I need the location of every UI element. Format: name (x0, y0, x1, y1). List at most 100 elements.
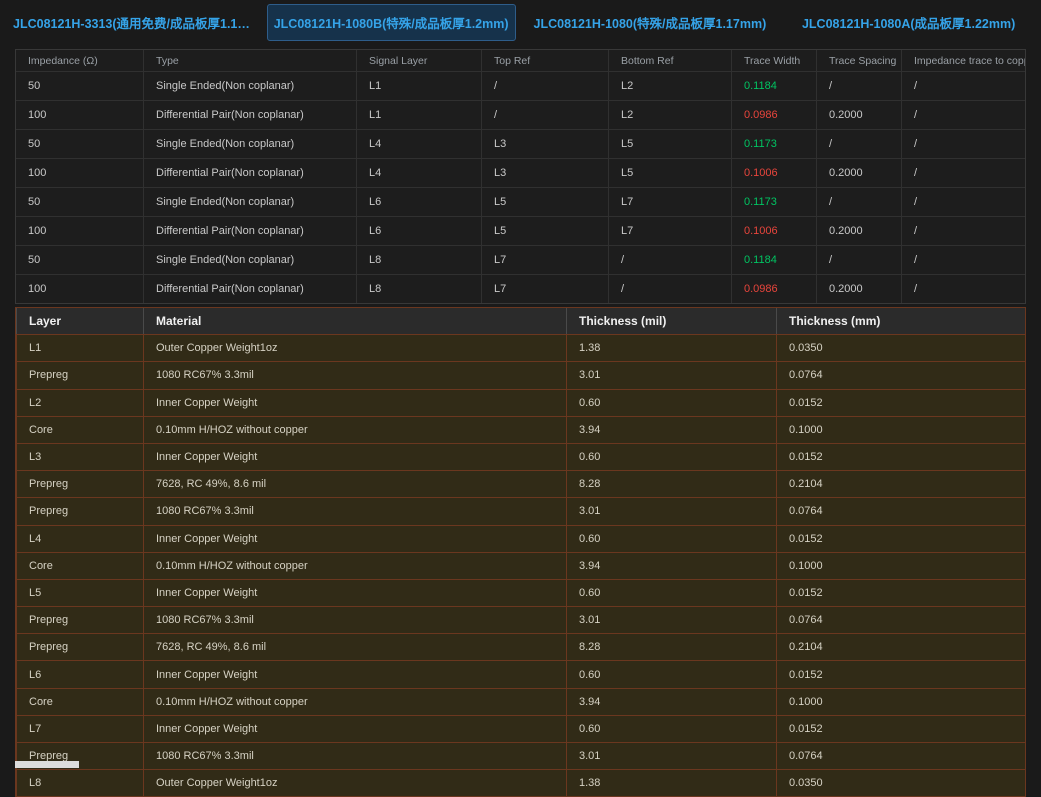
table-row: 50 Single Ended(Non coplanar) L8 L7/0.1184/… (16, 245, 1025, 274)
table-cell: 100 (28, 109, 47, 121)
table-cell: L1 (16, 335, 143, 362)
table-cell: L5 (608, 159, 731, 187)
table-cell: 0.2104 (776, 634, 1025, 661)
table-cell: Differential Pair(Non coplanar) (143, 101, 356, 129)
table-cell: 0.2104 (776, 471, 1025, 498)
table-cell: L1 (356, 101, 481, 129)
table-row: L5 Inner Copper Weight 0.60 0.0152 (16, 578, 1025, 607)
stackup-tab-1[interactable]: JLC08121H-3313(通用免费/成品板厚1.18mm) (8, 4, 257, 41)
table-cell: / (481, 72, 608, 100)
table-cell: 0.60 (566, 443, 776, 471)
table-cell: Outer Copper Weight1oz (143, 770, 566, 797)
table-cell: / (901, 130, 1025, 158)
table-cell: 0.1000 (776, 552, 1025, 579)
table-cell: L3 (481, 159, 608, 187)
table-row: 100 Differential Pair(Non coplanar) L4 L3 L5… (16, 158, 1025, 187)
table-cell: 0.0764 (776, 362, 1025, 389)
table-cell: Inner Copper Weight (143, 661, 566, 688)
table-row: Core 0.10mm H/HOZ without copper 3.94 0.100… (16, 551, 1025, 579)
table-row: Prepreg 7628, RC 49%, 8.6 mil 8.28 0.2104 (16, 633, 1025, 661)
table-cell: Prepreg (16, 362, 143, 389)
table-cell: 0.2000 (816, 217, 901, 245)
table-cell: 0.1173 (731, 188, 816, 216)
table-row: 100 Differential Pair(Non coplanar) L6 L5 L7… (16, 216, 1025, 245)
table-cell: Prepreg (16, 607, 143, 634)
table-cell: 3.01 (566, 498, 776, 525)
table-cell: / (608, 246, 731, 274)
table-cell: 1080 RC67% 3.3mil (143, 743, 566, 770)
table-cell: 1.38 (566, 770, 776, 797)
table-cell: L5 (16, 579, 143, 607)
column-header: Thickness (mil) (566, 308, 776, 335)
table-cell: Prepreg (16, 498, 143, 525)
table-cell: 7628, RC 49%, 8.6 mil (143, 471, 566, 498)
table-row: 100 Differential Pair(Non coplanar) L1/L2 0… (16, 100, 1025, 129)
table-cell: / (901, 72, 1025, 100)
table-cell: 0.0350 (776, 770, 1025, 797)
table-cell: 0.0152 (776, 715, 1025, 742)
table-cell: / (608, 275, 731, 303)
table-row: L1 Outer Copper Weight1oz 1.38 0.0350 (16, 334, 1025, 362)
table-cell: Differential Pair(Non coplanar) (143, 159, 356, 187)
table-cell: L2 (608, 101, 731, 129)
table-cell: Differential Pair(Non coplanar) (143, 217, 356, 245)
bottom-partial-element (15, 761, 79, 768)
table-cell: 50 (28, 196, 41, 208)
table-row: 50 Single Ended(Non coplanar) L1/L2 0.1184/… (16, 71, 1025, 100)
table-cell: Core (16, 416, 143, 443)
table-cell: L4 (16, 525, 143, 552)
table-cell: 0.2000 (816, 159, 901, 187)
table-cell: 7628, RC 49%, 8.6 mil (143, 634, 566, 661)
table-cell: 1080 RC67% 3.3mil (143, 607, 566, 634)
table-cell: / (816, 130, 901, 158)
table-cell: L5 (481, 188, 608, 216)
table-cell: / (901, 275, 1025, 303)
table-row: Core 0.10mm H/HOZ without copper 3.94 0.100… (16, 415, 1025, 443)
table-cell: Inner Copper Weight (143, 579, 566, 607)
table-cell: 0.1184 (731, 72, 816, 100)
stackup-tab-3[interactable]: JLC08121H-1080(特殊/成品板厚1.17mm) (526, 4, 775, 41)
column-header: Trace Spacing (816, 50, 901, 71)
table-cell: 1080 RC67% 3.3mil (143, 498, 566, 525)
table-cell: 0.1006 (731, 217, 816, 245)
stackup-tab-2[interactable]: JLC08121H-1080B(特殊/成品板厚1.2mm) (266, 4, 516, 41)
table-cell: L3 (16, 443, 143, 471)
table-row: Prepreg 1080 RC67% 3.3mil 3.01 0.0764 (16, 497, 1025, 525)
impedance-stackup-page: JLC08121H-3313(通用免费/成品板厚1.18mm) JLC08121H… (0, 0, 1041, 797)
table-cell: L4 (356, 130, 481, 158)
table-cell: / (481, 101, 608, 129)
table-cell: 0.0152 (776, 579, 1025, 607)
table-cell: 0.60 (566, 389, 776, 416)
table-cell: L7 (481, 246, 608, 274)
table-cell: / (901, 246, 1025, 274)
table-cell: L7 (16, 715, 143, 742)
table-cell: Single Ended(Non coplanar) (143, 72, 356, 100)
table-cell: L5 (608, 130, 731, 158)
table-cell: / (901, 159, 1025, 187)
table-cell: 0.60 (566, 661, 776, 688)
table-cell: 50 (28, 254, 41, 266)
table-cell: 3.01 (566, 362, 776, 389)
table-cell: 0.1006 (731, 159, 816, 187)
table-cell: L5 (481, 217, 608, 245)
table-cell: L4 (356, 159, 481, 187)
table-cell: 100 (28, 225, 47, 237)
stackup-variant-tab-bar: JLC08121H-3313(通用免费/成品板厚1.18mm) JLC08121H… (0, 0, 1041, 43)
table-cell: 0.60 (566, 579, 776, 607)
table-cell: 0.0152 (776, 661, 1025, 688)
table-cell: 0.1000 (776, 416, 1025, 443)
table-cell: L6 (356, 188, 481, 216)
table-cell: 1.38 (566, 335, 776, 362)
table-cell: Single Ended(Non coplanar) (143, 188, 356, 216)
table-cell: 0.0986 (731, 101, 816, 129)
table-cell: 8.28 (566, 634, 776, 661)
table-cell: 0.10mm H/HOZ without copper (143, 552, 566, 579)
table-cell: 0.0764 (776, 498, 1025, 525)
table-cell: Outer Copper Weight1oz (143, 335, 566, 362)
table-cell: L7 (608, 217, 731, 245)
column-header: Material (143, 308, 566, 335)
column-header: Signal Layer (356, 50, 481, 71)
table-cell: 3.01 (566, 607, 776, 634)
table-cell: Differential Pair(Non coplanar) (143, 275, 356, 303)
stackup-tab-4[interactable]: JLC08121H-1080A(成品板厚1.22mm) (784, 4, 1033, 41)
